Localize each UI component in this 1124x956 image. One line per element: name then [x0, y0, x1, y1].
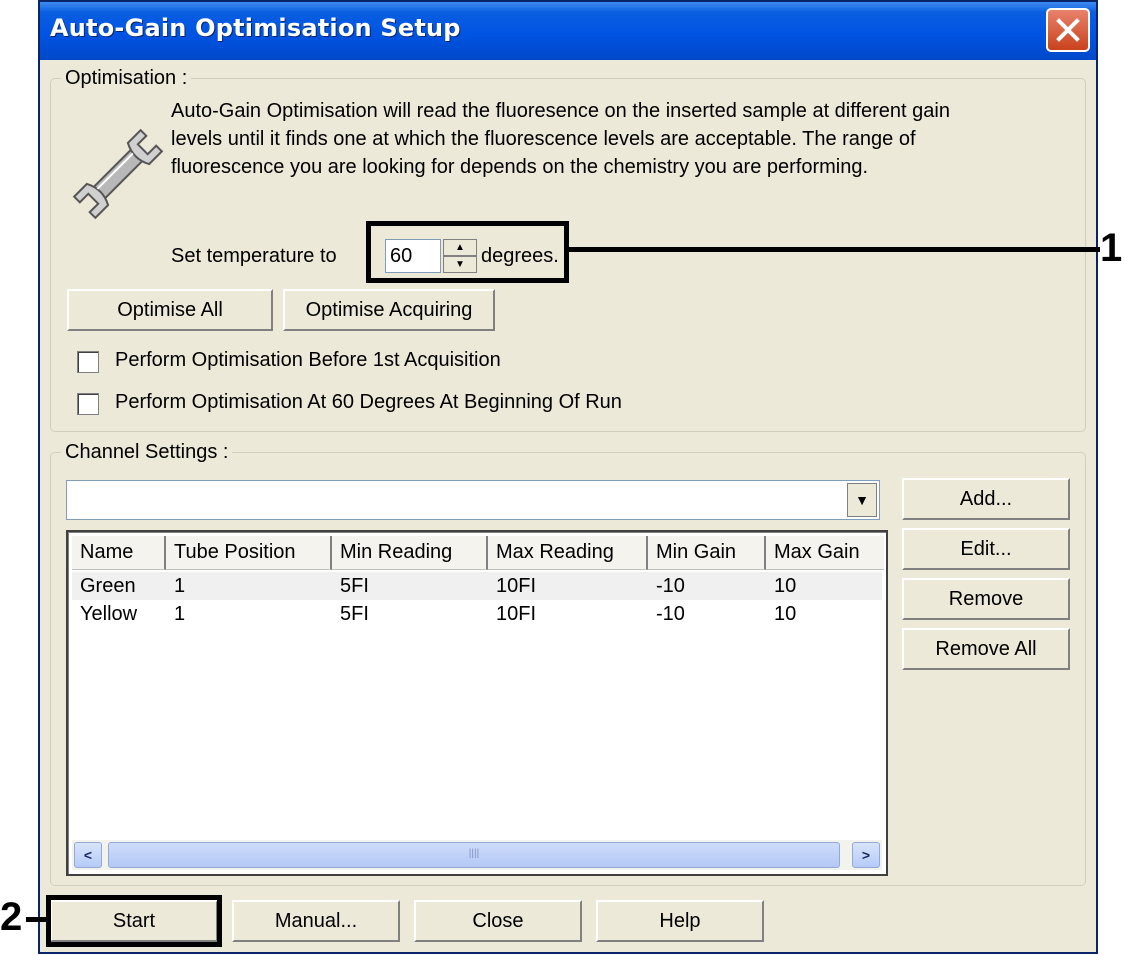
edit-button[interactable]: Edit... — [902, 528, 1070, 570]
checkbox-label: Perform Optimisation At 60 Degrees At Be… — [115, 391, 622, 413]
table-row[interactable]: Yellow 1 5FI 10FI -10 10 — [72, 600, 882, 628]
cell-min-gain: -10 — [656, 603, 685, 625]
add-button[interactable]: Add... — [902, 478, 1070, 520]
scroll-right-icon[interactable]: > — [852, 842, 880, 868]
channel-combo[interactable]: ▼ — [66, 480, 880, 520]
table-row[interactable]: Green 1 5FI 10FI -10 10 — [72, 572, 882, 600]
optimisation-group: Optimisation : Auto-Gain Optimisation wi… — [50, 67, 1086, 432]
column-header-max-gain[interactable]: Max Gain — [766, 536, 884, 570]
chevron-down-icon[interactable]: ▼ — [847, 483, 877, 517]
scrollbar-thumb[interactable]: |||| — [108, 842, 840, 868]
close-dialog-button[interactable]: Close — [414, 900, 582, 942]
cell-tube-position: 1 — [174, 603, 186, 625]
scroll-left-icon[interactable]: < — [74, 842, 102, 868]
checkbox-at-60-degrees[interactable] — [77, 393, 99, 415]
dialog-title: Auto-Gain Optimisation Setup — [50, 14, 461, 42]
close-icon — [1056, 18, 1080, 42]
optimisation-description: Auto-Gain Optimisation will read the flu… — [171, 100, 950, 178]
remove-button[interactable]: Remove — [902, 578, 1070, 620]
dialog-window: Auto-Gain Optimisation Setup Optimisatio… — [38, 0, 1098, 954]
channel-settings-legend: Channel Settings : — [61, 441, 233, 464]
checkbox-before-first-acquisition[interactable] — [77, 351, 99, 373]
cell-min-gain: -10 — [656, 575, 685, 597]
optimise-all-button[interactable]: Optimise All — [67, 289, 273, 331]
optimisation-legend: Optimisation : — [61, 67, 192, 90]
temperature-label: Set temperature to — [171, 245, 337, 267]
callout-number-2: 2 — [0, 895, 23, 939]
callout-box-1 — [366, 221, 569, 283]
close-button[interactable] — [1046, 8, 1090, 52]
callout-line-2 — [26, 917, 48, 922]
callout-box-2 — [46, 895, 222, 947]
cell-name: Green — [80, 575, 136, 597]
list-header: Name Tube Position Min Reading Max Readi… — [72, 536, 884, 570]
column-header-tube-position[interactable]: Tube Position — [166, 536, 332, 570]
column-header-min-gain[interactable]: Min Gain — [648, 536, 766, 570]
cell-max-gain: 10 — [774, 575, 797, 597]
cell-max-reading: 10FI — [496, 603, 537, 625]
column-header-max-reading[interactable]: Max Reading — [488, 536, 648, 570]
column-header-name[interactable]: Name — [72, 536, 166, 570]
column-header-min-reading[interactable]: Min Reading — [332, 536, 488, 570]
callout-line-1 — [568, 247, 1100, 252]
cell-tube-position: 1 — [174, 575, 186, 597]
help-button[interactable]: Help — [596, 900, 764, 942]
cell-min-reading: 5FI — [340, 603, 369, 625]
callout-number-1: 1 — [1100, 226, 1123, 270]
cell-min-reading: 5FI — [340, 575, 369, 597]
title-bar[interactable]: Auto-Gain Optimisation Setup — [40, 2, 1096, 60]
optimise-acquiring-button[interactable]: Optimise Acquiring — [283, 289, 495, 331]
checkbox-label: Perform Optimisation Before 1st Acquisit… — [115, 349, 501, 371]
cell-name: Yellow — [80, 603, 138, 625]
channel-list[interactable]: Name Tube Position Min Reading Max Readi… — [66, 530, 888, 876]
horizontal-scrollbar[interactable]: < |||| > — [72, 840, 882, 870]
remove-all-button[interactable]: Remove All — [902, 628, 1070, 670]
wrench-icon — [72, 128, 164, 220]
cell-max-reading: 10FI — [496, 575, 537, 597]
manual-button[interactable]: Manual... — [232, 900, 400, 942]
cell-max-gain: 10 — [774, 603, 797, 625]
